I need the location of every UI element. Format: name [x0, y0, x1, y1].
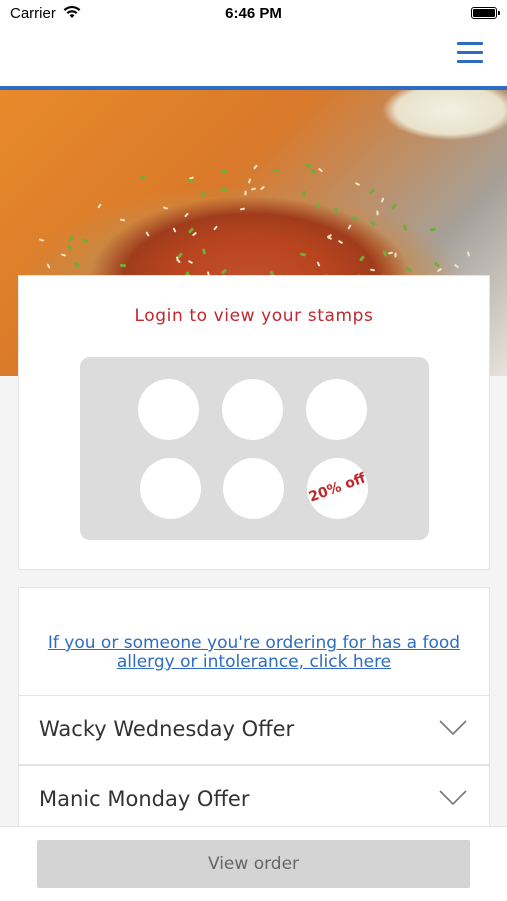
stamp-login-prompt[interactable]: Login to view your stamps	[19, 306, 489, 326]
rice-grain	[247, 178, 251, 184]
rice-grain	[213, 225, 218, 231]
stamp-grid: 20% off	[80, 357, 429, 540]
rice-grain	[347, 223, 352, 230]
rice-grain	[187, 259, 193, 265]
offer-title: Wacky Wednesday Offer	[39, 717, 295, 741]
rice-grain	[119, 218, 126, 222]
herb-speck	[187, 178, 194, 183]
rice-grain	[394, 252, 397, 258]
rice-grain	[250, 187, 257, 191]
herb-speck	[382, 249, 388, 257]
chevron-down-icon	[439, 790, 467, 806]
rice-grain	[259, 185, 265, 191]
status-bar: Carrier 6:46 PM	[0, 0, 507, 30]
offer-accordion-wacky-wednesday[interactable]: Wacky Wednesday Offer	[18, 695, 490, 765]
rice-grain	[370, 268, 376, 272]
rice-grain	[175, 256, 179, 263]
herb-speck	[272, 168, 279, 173]
rice-grain	[376, 210, 379, 216]
battery-icon	[471, 7, 500, 19]
herb-speck	[202, 247, 207, 255]
reward-text: 20% off	[306, 470, 368, 506]
rice-grain	[97, 203, 102, 209]
herb-speck	[139, 174, 147, 181]
herb-speck	[368, 188, 376, 195]
rice-grain	[326, 235, 333, 240]
offer-title: Manic Monday Offer	[39, 787, 250, 811]
clock: 6:46 PM	[225, 5, 282, 22]
herb-speck	[309, 168, 316, 175]
herb-speck	[359, 255, 366, 262]
rice-grain	[380, 196, 385, 203]
stamp-slot-5	[223, 458, 284, 519]
stamp-slot-2	[222, 379, 283, 440]
stamp-reward-slot: 20% off	[307, 458, 368, 519]
herb-speck	[334, 207, 339, 215]
rice-grain	[191, 231, 197, 237]
herb-speck	[430, 227, 437, 232]
rice-grain	[387, 251, 393, 255]
herb-speck	[74, 261, 81, 268]
herb-speck	[301, 189, 306, 197]
rice-grain	[467, 251, 471, 257]
rice-grain	[172, 227, 177, 233]
herb-speck	[402, 224, 408, 232]
herb-speck	[299, 251, 306, 257]
rice-grain	[318, 167, 324, 173]
herb-speck	[390, 203, 397, 211]
herb-speck	[316, 202, 320, 209]
rice-grain	[183, 212, 189, 218]
rice-grain	[162, 206, 168, 210]
view-order-button[interactable]: View order	[37, 840, 470, 888]
herb-speck	[120, 263, 127, 267]
stamp-slot-1	[138, 379, 199, 440]
rice-grain	[453, 263, 460, 269]
bottom-bar: View order	[0, 826, 507, 901]
herb-speck	[220, 169, 227, 174]
herb-speck	[304, 162, 311, 168]
rice-grain	[244, 189, 247, 196]
chevron-down-icon	[439, 720, 467, 736]
rice-grain	[61, 253, 67, 257]
rice-grain	[240, 207, 246, 211]
herb-speck	[433, 261, 440, 268]
herb-speck	[199, 191, 206, 198]
allergy-info-link[interactable]: If you or someone you're ordering for ha…	[39, 634, 469, 672]
rice-grain	[316, 261, 321, 267]
herb-speck	[405, 266, 413, 273]
rice-grain	[39, 238, 45, 242]
stamp-slot-4	[140, 458, 201, 519]
stamp-card: Login to view your stamps 20% off	[18, 275, 490, 570]
herb-speck	[68, 235, 75, 243]
stamp-slot-3	[306, 379, 367, 440]
rice-grain	[354, 181, 360, 186]
allergy-card: If you or someone you're ordering for ha…	[18, 587, 490, 696]
herb-speck	[220, 187, 227, 192]
top-nav	[0, 30, 507, 90]
herb-speck	[66, 243, 73, 251]
rice-grain	[46, 263, 51, 269]
rice-grain	[338, 239, 344, 244]
herb-speck	[370, 220, 377, 228]
offer-accordion-manic-monday[interactable]: Manic Monday Offer	[18, 765, 490, 835]
rice-grain	[252, 163, 258, 170]
herb-speck	[352, 216, 359, 222]
rice-grain	[145, 231, 150, 237]
rice-grain	[436, 268, 443, 273]
herb-speck	[81, 238, 89, 243]
hamburger-menu-icon[interactable]	[457, 42, 483, 64]
